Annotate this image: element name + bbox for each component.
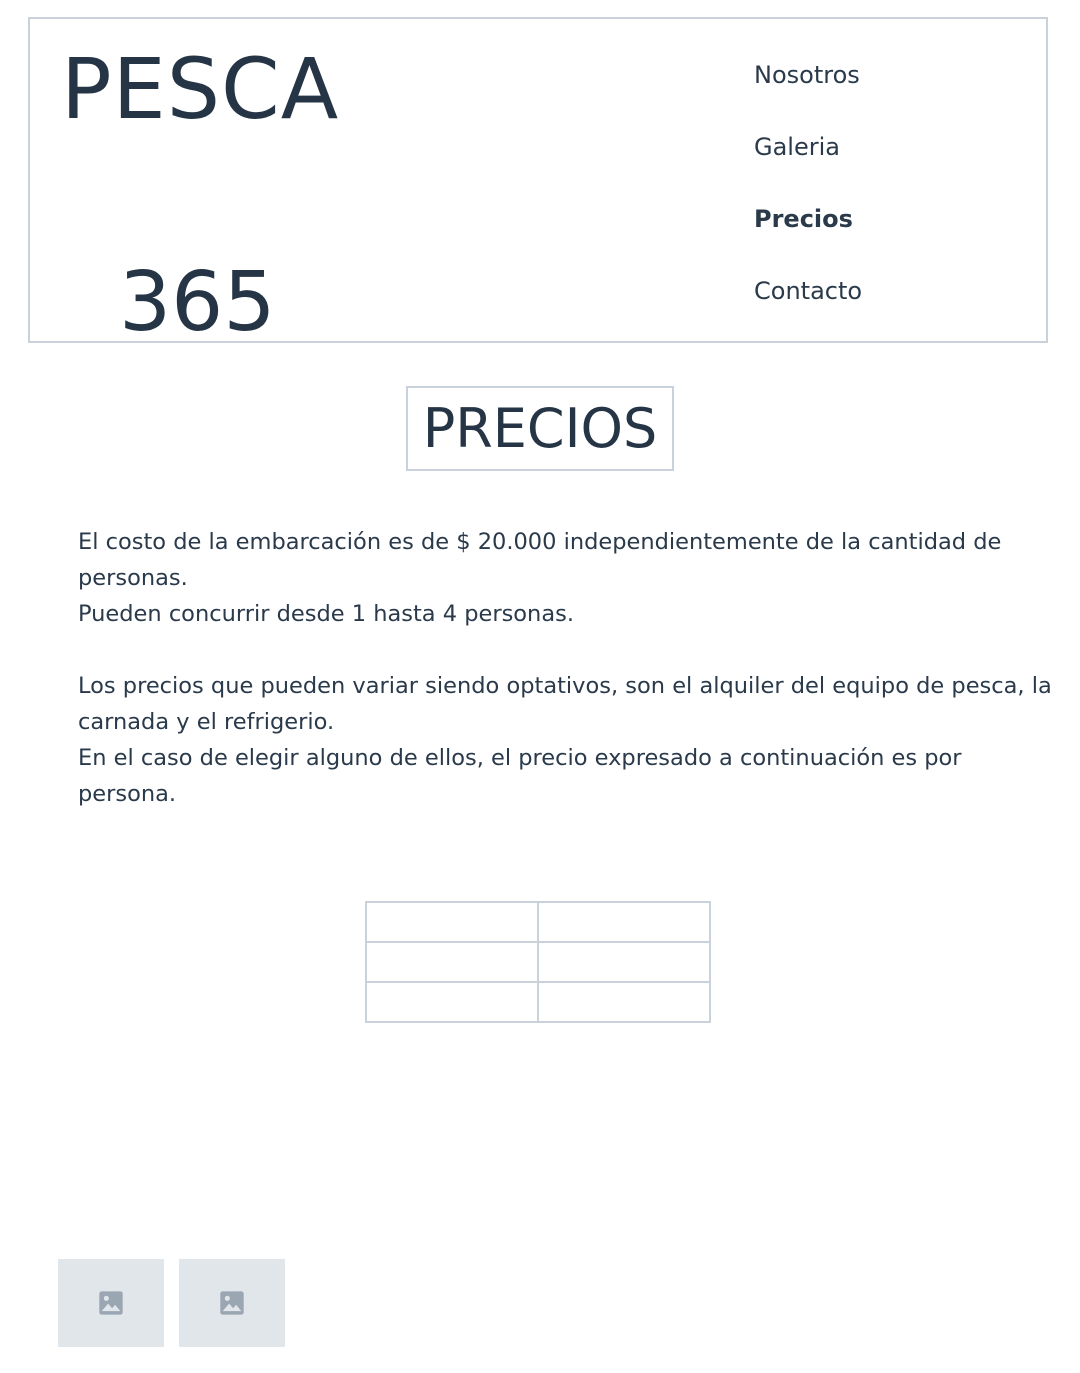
table-row [365, 901, 711, 943]
paragraph-optional-prices: Los precios que pueden variar siendo opt… [78, 673, 1052, 735]
table-cell [537, 981, 711, 1023]
paragraph-boat-cost: El costo de la embarcación es de $ 20.00… [78, 529, 1002, 591]
image-icon [99, 1291, 123, 1315]
site-header: PESCA 365 Nosotros Galeria Precios Conta… [28, 17, 1048, 350]
table-cell [537, 941, 711, 983]
table-cell [365, 941, 539, 983]
nav-link-nosotros[interactable]: Nosotros [754, 55, 862, 95]
table-row [365, 981, 711, 1023]
logo-text-365[interactable]: 365 [119, 255, 276, 351]
paragraph-people-count: Pueden concurrir desde 1 hasta 4 persona… [78, 601, 574, 627]
nav-link-contacto[interactable]: Contacto [754, 271, 862, 311]
page-title: PRECIOS [422, 396, 658, 460]
gallery-thumbnail[interactable] [58, 1259, 164, 1347]
table-row [365, 941, 711, 983]
image-icon [220, 1291, 244, 1315]
page-title-box: PRECIOS [406, 386, 674, 471]
logo-text-pesca[interactable]: PESCA [61, 39, 339, 139]
main-nav: Nosotros Galeria Precios Contacto [754, 55, 862, 343]
price-description: El costo de la embarcación es de $ 20.00… [78, 524, 1058, 812]
nav-link-precios[interactable]: Precios [754, 199, 862, 239]
nav-link-galeria[interactable]: Galeria [754, 127, 862, 167]
gallery-thumbnail[interactable] [179, 1259, 285, 1347]
price-table [365, 901, 711, 1023]
table-cell [365, 981, 539, 1023]
paragraph-per-person-note: En el caso de elegir alguno de ellos, el… [78, 745, 962, 807]
table-cell [537, 901, 711, 943]
table-cell [365, 901, 539, 943]
